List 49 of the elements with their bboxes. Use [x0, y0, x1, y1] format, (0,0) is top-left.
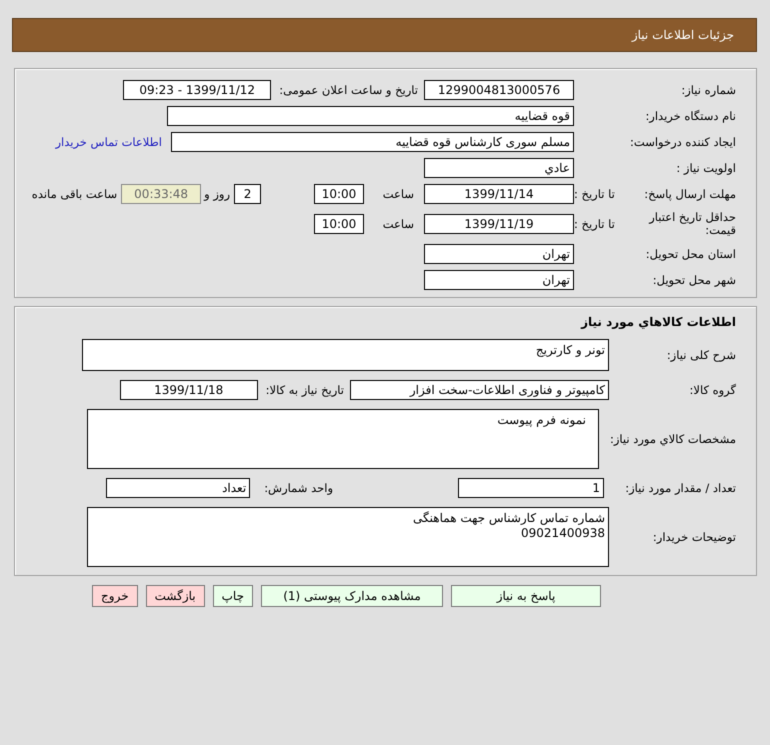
summary-field: تونر و کارتریج: [82, 339, 609, 371]
field-label: توضیحات خریدار:: [652, 530, 736, 544]
field-label: استان محل تحویل:: [646, 247, 736, 261]
need-number-field: 1299004813000576: [424, 80, 574, 100]
goods-group-field: کامپیوتر و فناوری اطلاعات-سخت افزار: [350, 380, 609, 400]
priority-field: عادي: [424, 158, 574, 178]
validity-time-field: 10:00: [314, 214, 364, 234]
field-label: حداقل تاریخ اعتبار قیمت:: [648, 211, 736, 237]
announce-date-field: 1399/11/12 - 09:23: [123, 80, 272, 100]
need-date-field: 1399/11/18: [120, 380, 258, 400]
field-label: اولویت نیاز :: [676, 161, 736, 175]
deadline-time-field: 10:00: [314, 184, 364, 204]
buyer-field: قوه قضاییه: [167, 106, 574, 126]
field-label: مشخصات کالاي مورد نياز:: [610, 432, 736, 446]
section-title: اطلاعات کالاهاي مورد نياز: [580, 314, 736, 331]
field-label: تعداد / مقدار مورد نیاز:: [625, 481, 736, 495]
field-label: تاریخ نیاز به کالا:: [266, 383, 344, 397]
field-label: شماره نیاز:: [681, 83, 736, 97]
validity-date-field: 1399/11/19: [424, 214, 574, 234]
field-label: واحد شمارش:: [264, 481, 333, 495]
field-label: تا تاریخ :: [574, 217, 615, 231]
province-field: تهران: [424, 244, 574, 264]
field-label: شرح کلی نیاز:: [666, 348, 736, 362]
time-label: ساعت: [382, 217, 414, 231]
field-label: تا تاریخ :: [574, 187, 615, 201]
field-label: ایجاد کننده درخواست:: [630, 135, 736, 149]
field-label: نام دستگاه خریدار:: [645, 109, 736, 123]
city-field: تهران: [424, 270, 574, 290]
spec-field: نمونه فرم پیوست: [87, 409, 599, 469]
deadline-date-field: 1399/11/14: [424, 184, 574, 204]
action-button[interactable]: خروج: [92, 585, 138, 607]
creator-field: مسلم سوری کارشناس قوه قضاییه: [171, 132, 574, 152]
days-field: 2: [234, 184, 261, 204]
unit-field: تعداد: [106, 478, 250, 498]
header-bar: جزئیات اطلاعات نیاز: [12, 18, 757, 52]
days-label: روز و: [204, 187, 230, 201]
field-label: گروه کالا:: [690, 383, 736, 397]
field-label: تاریخ و ساعت اعلان عمومی:: [279, 83, 418, 97]
field-label: مهلت ارسال پاسخ:: [644, 187, 736, 201]
action-button[interactable]: چاپ: [212, 585, 253, 607]
action-button[interactable]: مشاهده مدارک پیوستی (1): [261, 585, 443, 607]
quantity-field: 1: [458, 478, 604, 498]
buyer-contact-link[interactable]: اطلاعات تماس خریدار: [55, 135, 162, 149]
remaining-time-field: 00:33:48: [121, 184, 202, 204]
action-button[interactable]: پاسخ به نیاز: [451, 585, 601, 607]
time-label: ساعت: [382, 187, 414, 201]
field-label: شهر محل تحویل:: [652, 273, 736, 287]
remaining-label: ساعت باقی مانده: [32, 187, 118, 201]
action-button[interactable]: بازگشت: [146, 585, 205, 607]
